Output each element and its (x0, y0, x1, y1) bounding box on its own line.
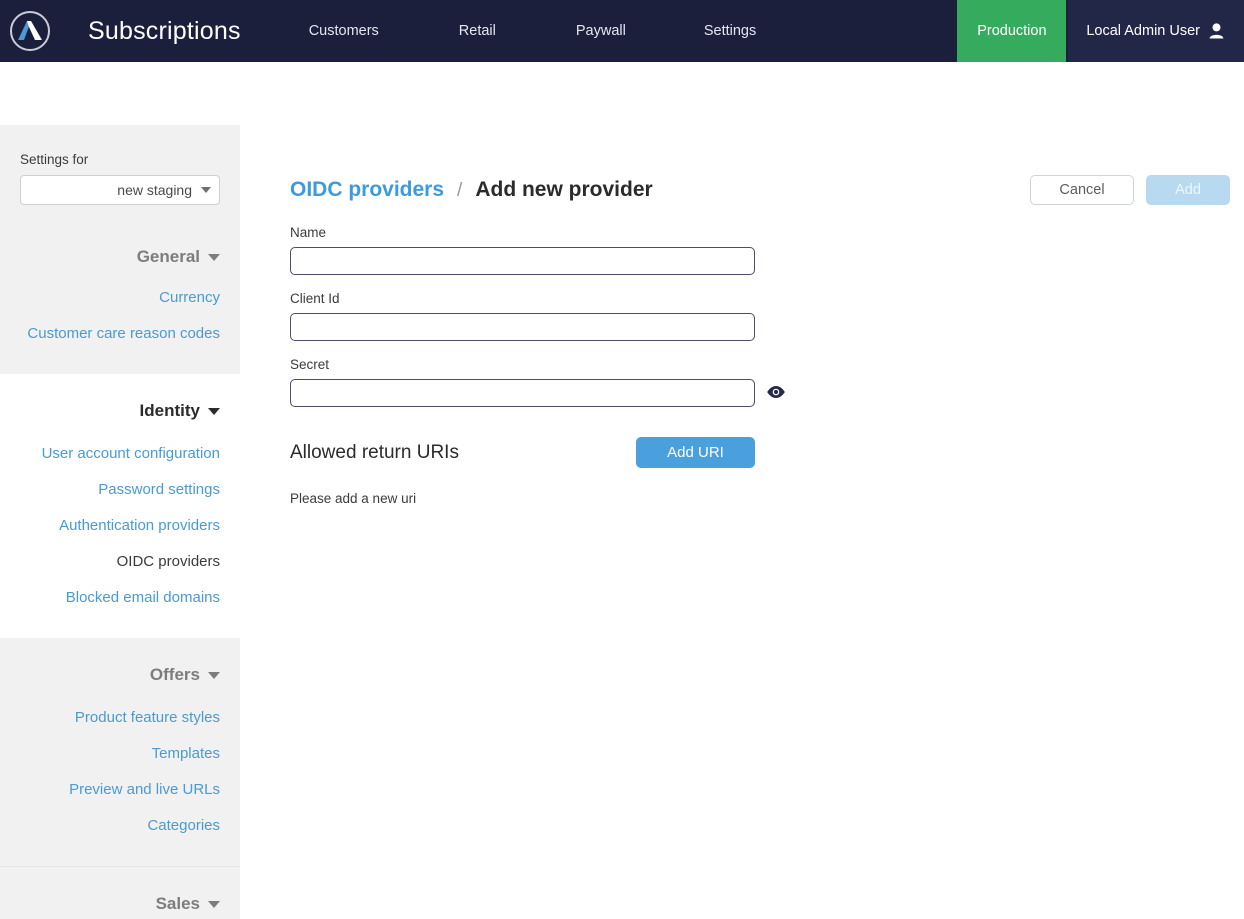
sidebar-item-oidc-providers[interactable]: OIDC providers (0, 544, 240, 580)
user-name-label: Local Admin User (1086, 23, 1200, 39)
allowed-return-uris-title: Allowed return URIs (290, 441, 459, 463)
brand-title: Subscriptions (88, 16, 241, 45)
sidebar-group-identity[interactable]: Identity (0, 396, 240, 426)
page-header: OIDC providers / Add new provider Cancel… (240, 155, 1244, 225)
sidebar-group-general[interactable]: General (0, 242, 240, 272)
nav-link-paywall[interactable]: Paywall (566, 0, 636, 62)
chevron-down-icon (208, 671, 220, 679)
sidebar-section-sales: Sales (0, 866, 240, 919)
allowed-return-uris-empty-message: Please add a new uri (290, 491, 417, 506)
secret-field-group: Secret (290, 357, 1244, 407)
chevron-down-icon (201, 187, 211, 193)
secret-row (290, 379, 1244, 407)
add-button[interactable]: Add (1146, 175, 1230, 205)
settings-for-label: Settings for (20, 152, 89, 167)
chevron-down-icon (208, 407, 220, 415)
name-label: Name (290, 225, 327, 240)
sidebar-group-offers-label: Offers (149, 665, 200, 684)
sidebar-item-authentication-providers[interactable]: Authentication providers (0, 508, 240, 544)
sidebar-item-user-account-configuration[interactable]: User account configuration (0, 436, 240, 472)
logo-a-glyph (18, 21, 42, 40)
logo-container[interactable] (0, 0, 60, 62)
client-id-input[interactable] (290, 313, 755, 341)
sidebar-item-customer-care-reason-codes[interactable]: Customer care reason codes (0, 316, 240, 352)
allowed-return-uris-section: Allowed return URIs Add URI Please add a… (290, 437, 1244, 506)
provider-form: Name Client Id Secret Allowed return URI… (240, 225, 1244, 506)
chevron-down-icon (208, 253, 220, 261)
cancel-button[interactable]: Cancel (1030, 175, 1134, 205)
app-logo-icon (10, 11, 50, 51)
user-avatar-icon (1209, 23, 1224, 39)
sidebar-item-templates[interactable]: Templates (0, 736, 240, 772)
environment-select[interactable]: new staging (20, 175, 220, 205)
breadcrumb: OIDC providers / Add new provider (290, 178, 653, 202)
nav-links: Customers Retail Paywall Settings (299, 0, 958, 62)
sidebar-item-password-settings[interactable]: Password settings (0, 472, 240, 508)
sidebar-item-categories[interactable]: Categories (0, 808, 240, 844)
breadcrumb-separator: / (457, 180, 463, 201)
sidebar-group-identity-label: Identity (139, 401, 200, 420)
page-title: Add new provider (475, 178, 653, 201)
sidebar-item-blocked-email-domains[interactable]: Blocked email domains (0, 580, 240, 616)
sidebar-section-identity: Identity User account configuration Pass… (0, 374, 240, 638)
sidebar-item-product-feature-styles[interactable]: Product feature styles (0, 700, 240, 736)
environment-badge[interactable]: Production (957, 0, 1067, 62)
sidebar-item-currency[interactable]: Currency (0, 280, 240, 316)
allowed-return-uris-header: Allowed return URIs Add URI (290, 437, 755, 468)
user-menu[interactable]: Local Admin User (1066, 0, 1244, 62)
add-uri-button[interactable]: Add URI (636, 437, 755, 468)
secret-input[interactable] (290, 379, 755, 407)
eye-icon (766, 385, 786, 402)
sidebar-group-offers[interactable]: Offers (0, 660, 240, 690)
header-actions: Cancel Add (1030, 175, 1230, 205)
name-input[interactable] (290, 247, 755, 275)
top-navbar: Subscriptions Customers Retail Paywall S… (0, 0, 1244, 62)
sidebar-group-sales-label: Sales (155, 894, 200, 913)
sidebar-group-sales[interactable]: Sales (0, 889, 240, 919)
client-id-label: Client Id (290, 291, 340, 306)
name-field-group: Name (290, 225, 1244, 275)
chevron-down-icon (208, 900, 220, 908)
breadcrumb-parent-link[interactable]: OIDC providers (290, 178, 444, 202)
environment-select-value: new staging (117, 182, 192, 198)
nav-link-retail[interactable]: Retail (449, 0, 506, 62)
toggle-secret-visibility-button[interactable] (766, 383, 786, 403)
sidebar-item-preview-and-live-urls[interactable]: Preview and live URLs (0, 772, 240, 808)
nav-link-settings[interactable]: Settings (694, 0, 766, 62)
client-id-field-group: Client Id (290, 291, 1244, 341)
sidebar-section-general: Settings for new staging General Currenc… (0, 125, 240, 374)
settings-sidebar: Settings for new staging General Currenc… (0, 125, 240, 919)
nav-link-customers[interactable]: Customers (299, 0, 389, 62)
main-content: OIDC providers / Add new provider Cancel… (240, 62, 1244, 888)
sidebar-section-offers: Offers Product feature styles Templates … (0, 638, 240, 866)
secret-label: Secret (290, 357, 330, 372)
sidebar-group-general-label: General (136, 247, 200, 266)
